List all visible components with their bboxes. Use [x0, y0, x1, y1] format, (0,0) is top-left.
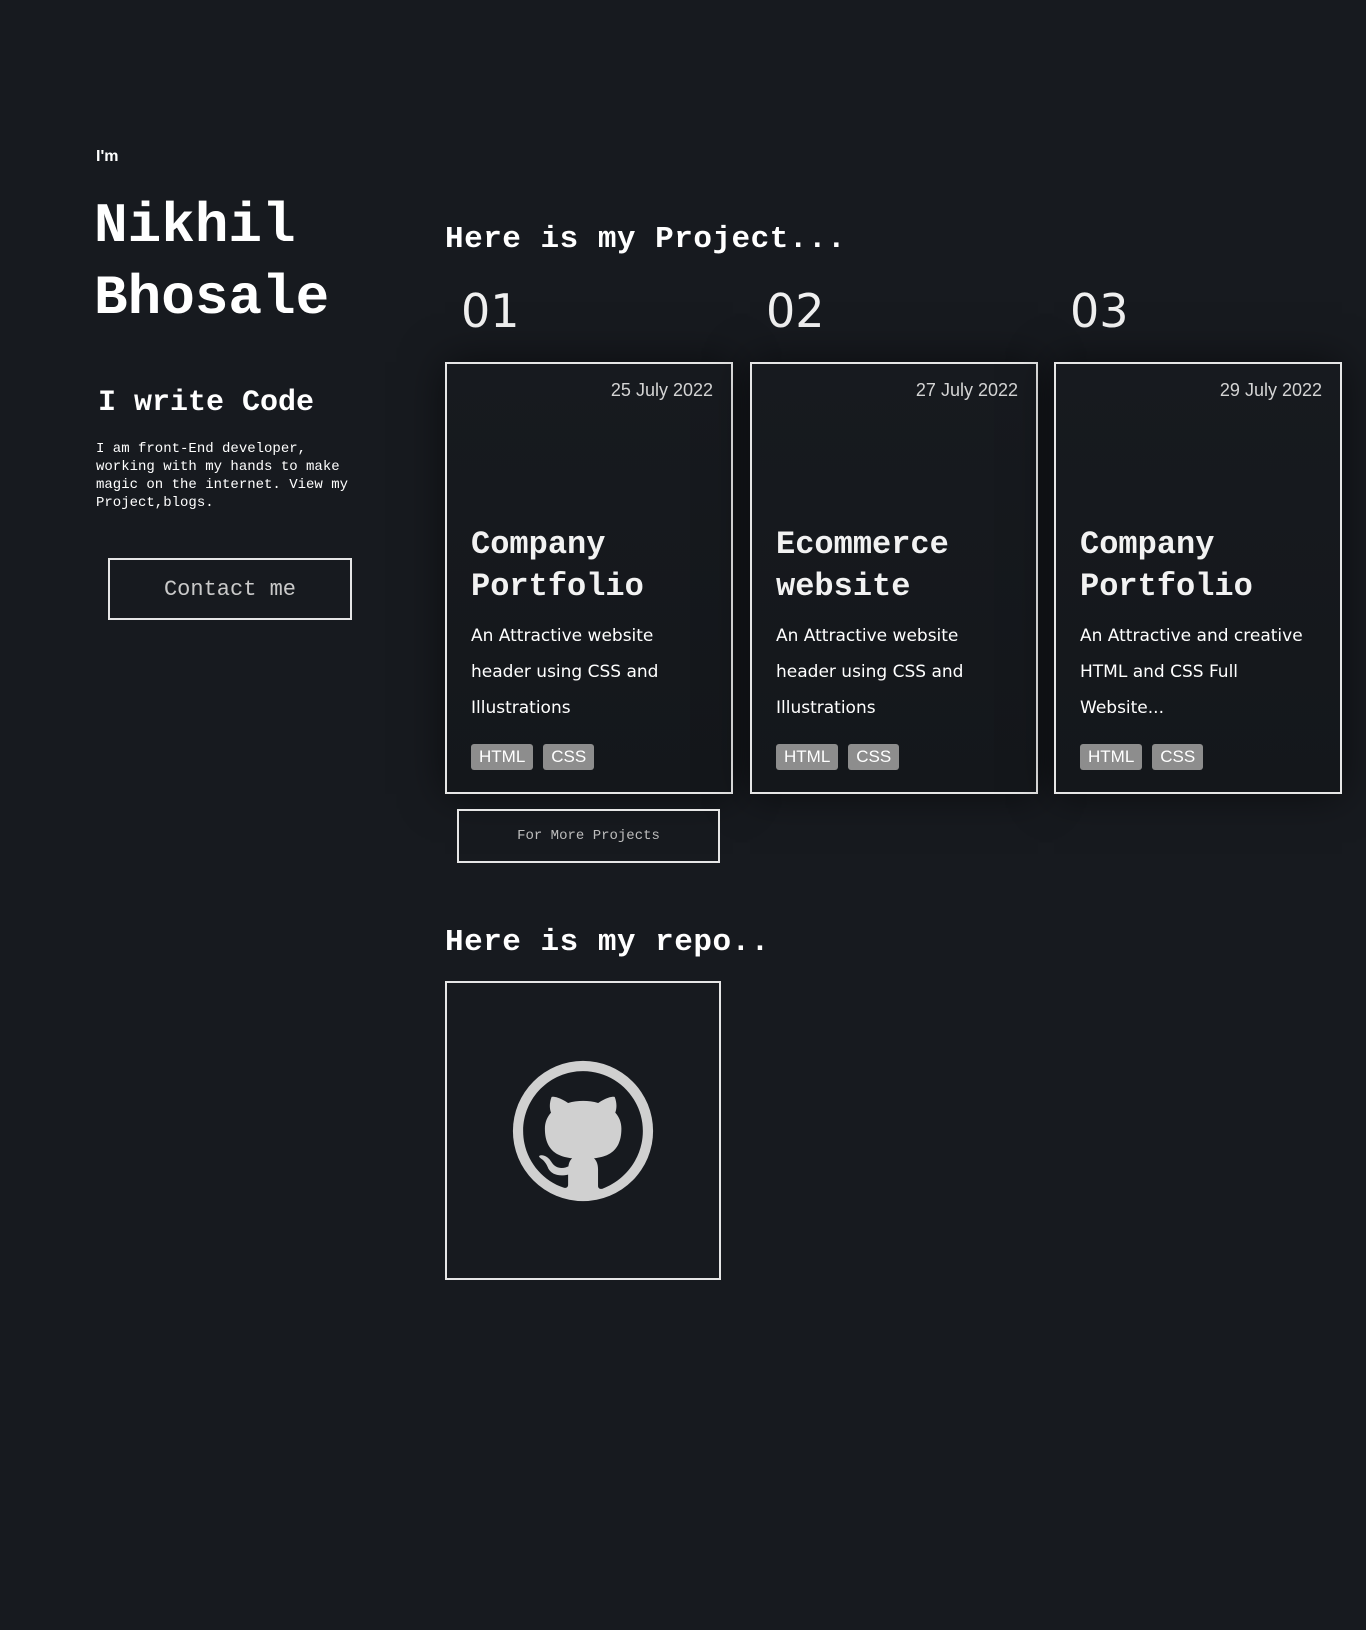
project-title: Company Portfolio: [471, 526, 644, 605]
contact-button[interactable]: Contact me: [108, 558, 352, 620]
hero-name-last: Bhosale: [94, 266, 330, 330]
project-card[interactable]: 29 July 2022 Company Portfolio An Attrac…: [1054, 362, 1342, 794]
tag-badge: CSS: [543, 744, 595, 770]
project-tags: HTML CSS: [1080, 744, 1204, 770]
tag-badge: CSS: [848, 744, 900, 770]
project-tags: HTML CSS: [776, 744, 900, 770]
tag-badge: CSS: [1152, 744, 1204, 770]
tagline: I write Code: [98, 386, 315, 420]
hero-name: Nikhil Bhosale: [94, 190, 376, 334]
project-tags: HTML CSS: [471, 744, 595, 770]
project-column-3: 03 29 July 2022 Company Portfolio An Att…: [1054, 280, 1342, 794]
tag-badge: HTML: [1080, 744, 1143, 770]
project-card[interactable]: 25 July 2022 Company Portfolio An Attrac…: [445, 362, 733, 794]
repo-card[interactable]: [445, 981, 721, 1280]
project-card[interactable]: 27 July 2022 Ecommerce website An Attrac…: [750, 362, 1038, 794]
more-projects-button[interactable]: For More Projects: [457, 809, 720, 863]
project-column-1: 01 25 July 2022 Company Portfolio An Att…: [445, 280, 733, 794]
hero-name-first: Nikhil: [94, 194, 296, 258]
project-number: 03: [1070, 284, 1129, 338]
github-icon: [512, 1060, 654, 1201]
projects-heading: Here is my Project...: [445, 222, 847, 257]
project-description: An Attractive website header using CSS a…: [471, 626, 659, 718]
bio-text: I am front-End developer, working with m…: [96, 441, 349, 511]
project-date: 27 July 2022: [915, 380, 1018, 400]
tag-badge: HTML: [471, 744, 534, 770]
project-number: 01: [461, 284, 520, 338]
project-date: 29 July 2022: [1219, 380, 1322, 400]
repo-heading: Here is my repo..: [445, 925, 770, 960]
hero-section: I'm Nikhil Bhosale I write Code I am fro…: [94, 148, 376, 512]
intro-label: I'm: [96, 148, 119, 165]
project-number: 02: [766, 284, 825, 338]
project-description: An Attractive website header using CSS a…: [776, 626, 964, 718]
project-date: 25 July 2022: [610, 380, 713, 400]
project-title: Company Portfolio: [1080, 526, 1253, 605]
project-title: Ecommerce website: [776, 526, 949, 605]
project-column-2: 02 27 July 2022 Ecommerce website An Att…: [750, 280, 1038, 794]
project-description: An Attractive and creative HTML and CSS …: [1080, 626, 1303, 718]
tag-badge: HTML: [776, 744, 839, 770]
